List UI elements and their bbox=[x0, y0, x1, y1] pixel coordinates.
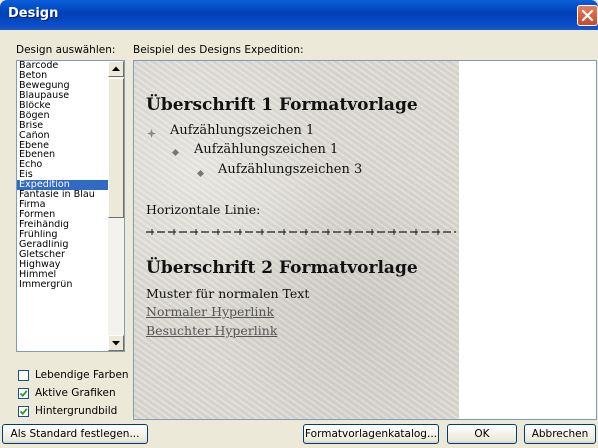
design-list-item[interactable]: Ebenen bbox=[17, 150, 108, 160]
design-list-items: Barcode Beton Bewegung Blaupause Blöcke Bögen… bbox=[17, 61, 108, 290]
design-list-item[interactable]: Expedition bbox=[17, 180, 108, 191]
bullet-ornament-icon bbox=[147, 128, 156, 141]
preview-caption: Beispiel des Designs Expedition: bbox=[133, 44, 304, 56]
option-lebendige-farben[interactable]: Lebendige Farben bbox=[18, 368, 129, 382]
design-list-item[interactable]: Barcode bbox=[17, 61, 108, 71]
scroll-up-button[interactable] bbox=[108, 61, 124, 77]
design-list-item[interactable]: Echo bbox=[17, 160, 108, 170]
preview-bullet-1: Aufzählungszeichen 1 bbox=[170, 123, 315, 138]
option-label: Hintergrundbild bbox=[35, 405, 118, 417]
scroll-down-button[interactable] bbox=[108, 335, 124, 351]
design-list-item[interactable]: Blöcke bbox=[17, 101, 108, 111]
design-list-item[interactable]: Cañon bbox=[17, 131, 108, 141]
window-title: Design bbox=[8, 6, 59, 21]
checkbox[interactable] bbox=[18, 405, 29, 417]
design-list-item[interactable]: Brise bbox=[17, 121, 108, 131]
design-list-item[interactable]: Gletscher bbox=[17, 250, 108, 260]
design-list-item[interactable]: Bögen bbox=[17, 111, 108, 121]
design-list-item[interactable]: Ebene bbox=[17, 141, 108, 151]
design-list-scrollbar[interactable] bbox=[108, 61, 124, 351]
design-list-item[interactable]: Beton bbox=[17, 71, 108, 81]
option-aktive-grafiken[interactable]: Aktive Grafiken bbox=[18, 386, 116, 400]
design-list-item[interactable]: Fantasie in Blau bbox=[17, 190, 108, 200]
design-list-item[interactable]: Blaupause bbox=[17, 91, 108, 101]
checkmark-icon bbox=[19, 389, 28, 397]
set-as-default-button[interactable]: Als Standard festlegen... bbox=[2, 424, 148, 444]
design-list-item[interactable]: Geradlinig bbox=[17, 240, 108, 250]
design-list-item[interactable]: Formen bbox=[17, 210, 108, 220]
design-list-item[interactable]: Frühling bbox=[17, 230, 108, 240]
close-button[interactable] bbox=[577, 5, 598, 26]
design-list-item[interactable]: Highway bbox=[17, 260, 108, 270]
option-label: Lebendige Farben bbox=[35, 369, 129, 381]
checkmark-icon bbox=[19, 407, 28, 415]
bullet-ornament-icon bbox=[172, 146, 179, 159]
preview-bullet-2: Aufzählungszeichen 1 bbox=[194, 142, 339, 157]
preview-heading-1: Überschrift 1 Formatvorlage bbox=[146, 95, 418, 115]
design-list-item[interactable]: Immergrün bbox=[17, 280, 108, 290]
checkbox[interactable] bbox=[18, 369, 29, 381]
bullet-ornament-icon bbox=[197, 167, 204, 180]
preview-horizontal-line-label: Horizontale Linie: bbox=[146, 202, 261, 217]
design-list-item[interactable]: Eis bbox=[17, 170, 108, 180]
preview-bullet-3: Aufzählungszeichen 3 bbox=[218, 162, 363, 177]
scroll-thumb[interactable] bbox=[108, 78, 124, 218]
arrow-down-icon bbox=[109, 340, 123, 351]
design-list-item[interactable]: Freihändig bbox=[17, 220, 108, 230]
style-gallery-button[interactable]: Formatvorlagenkatalog... bbox=[303, 424, 439, 444]
ok-button[interactable]: OK bbox=[447, 424, 517, 444]
design-list-item[interactable]: Bewegung bbox=[17, 81, 108, 91]
preview-hyperlink[interactable]: Normaler Hyperlink bbox=[146, 304, 274, 319]
design-preview: Überschrift 1 Formatvorlage Aufzählungsz… bbox=[133, 60, 597, 420]
preview-normal-text: Muster für normalen Text bbox=[146, 286, 310, 301]
design-listbox[interactable]: Barcode Beton Bewegung Blaupause Blöcke Bögen… bbox=[16, 60, 125, 352]
cancel-button[interactable]: Abbrechen bbox=[524, 424, 596, 444]
checkbox[interactable] bbox=[18, 387, 29, 399]
preview-visited-hyperlink[interactable]: Besuchter Hyperlink bbox=[146, 323, 277, 338]
preview-horizontal-line bbox=[146, 229, 456, 235]
option-label: Aktive Grafiken bbox=[35, 387, 116, 399]
preview-heading-2: Überschrift 2 Formatvorlage bbox=[146, 258, 418, 278]
title-bar: Design bbox=[0, 0, 598, 30]
design-list-item[interactable]: Firma bbox=[17, 200, 108, 210]
design-list-label: Design auswählen: bbox=[16, 44, 116, 56]
design-list-item[interactable]: Himmel bbox=[17, 270, 108, 280]
option-hintergrundbild[interactable]: Hintergrundbild bbox=[18, 404, 117, 418]
